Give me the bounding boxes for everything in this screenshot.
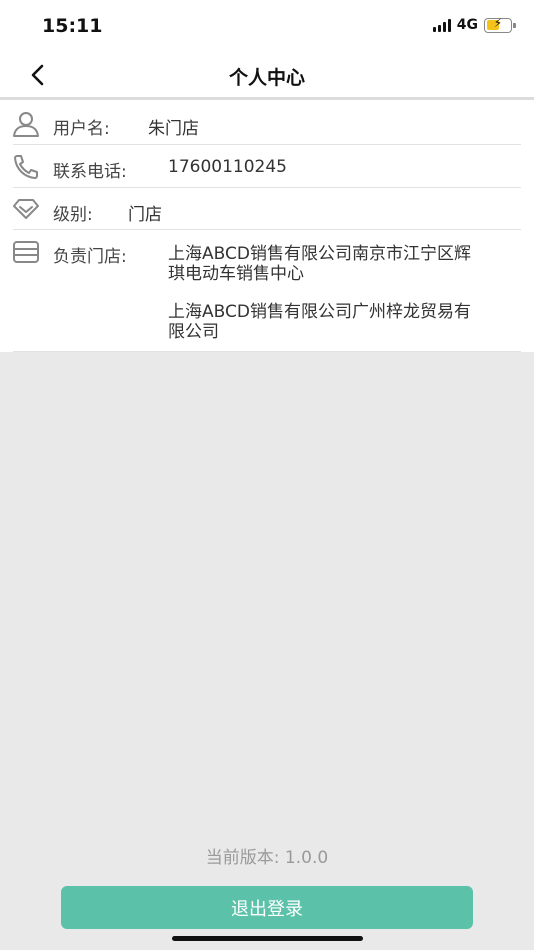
phone-label: 联系电话: [53, 162, 127, 182]
user-icon [13, 112, 39, 137]
phone-value: 17600110245 [168, 157, 287, 177]
phone-icon [14, 155, 38, 179]
battery-charging-icon: ⚡ [484, 16, 516, 33]
level-label: 级别: [53, 205, 93, 225]
profile-info-panel: 用户名: 朱门店 联系电话: 17600110245 级别: 门店 负责门店: … [0, 100, 534, 352]
store-icon [13, 241, 39, 263]
signal-icon [432, 18, 451, 32]
home-indicator[interactable] [172, 936, 363, 941]
nav-bar: 个人中心 [0, 52, 534, 98]
logout-button[interactable]: 退出登录 [61, 886, 473, 929]
username-row: 用户名: 朱门店 [0, 100, 534, 144]
status-indicators: 4G ⚡ [432, 16, 516, 33]
store-item-2-line1: 上海ABCD销售有限公司广州梓龙贸易有 [168, 302, 471, 322]
network-type: 4G [456, 17, 478, 33]
stores-label: 负责门店: [53, 247, 127, 267]
status-bar: 15:11 4G ⚡ [0, 0, 534, 52]
store-item-2-line2: 限公司 [168, 322, 219, 342]
status-time: 15:11 [42, 15, 103, 37]
level-row: 级别: 门店 [0, 188, 534, 230]
store-item-1-line2: 琪电动车销售中心 [168, 264, 304, 284]
store-item-1-line1: 上海ABCD销售有限公司南京市江宁区辉 [168, 244, 471, 264]
level-value: 门店 [128, 205, 162, 225]
page-title: 个人中心 [228, 67, 305, 89]
diamond-icon [13, 199, 39, 219]
version-text: 当前版本: 1.0.0 [205, 848, 329, 868]
divider [13, 351, 521, 352]
username-value: 朱门店 [148, 119, 199, 139]
phone-row: 联系电话: 17600110245 [0, 145, 534, 187]
username-label: 用户名: [53, 119, 110, 139]
